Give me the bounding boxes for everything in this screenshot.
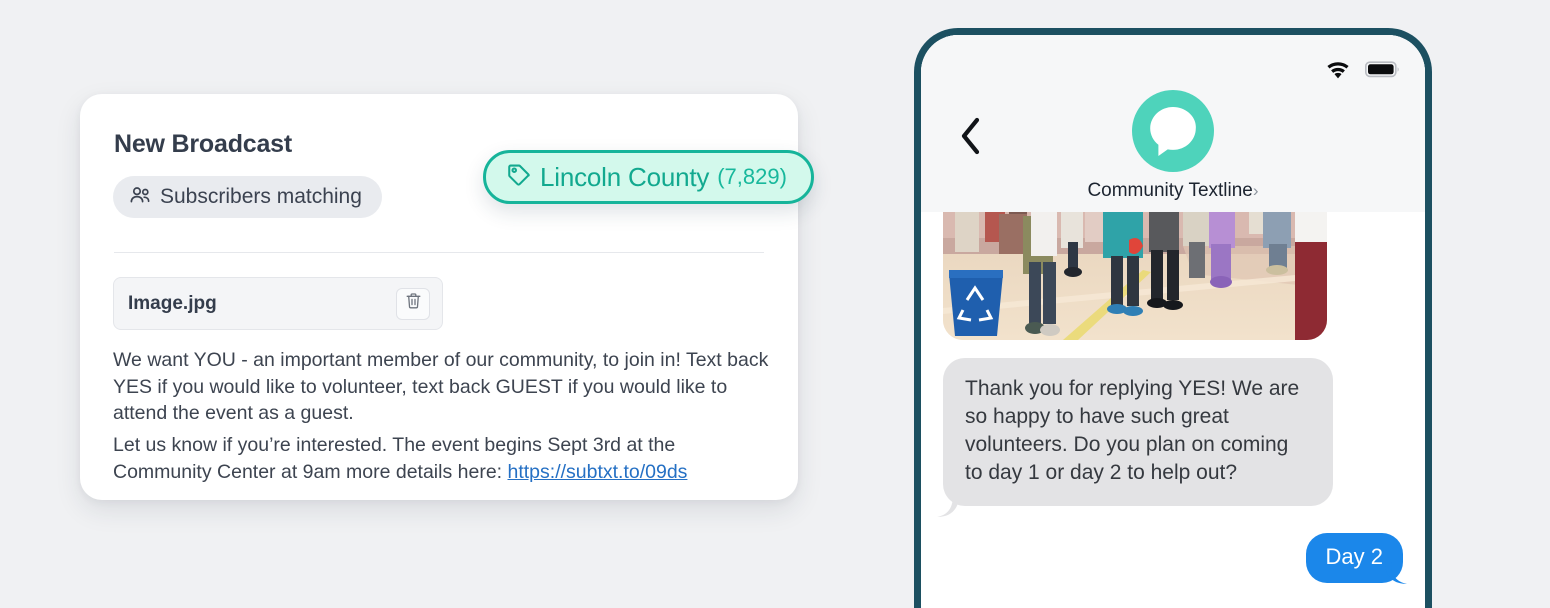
message-text-incoming: Thank you for replying YES! We are so ha…	[965, 377, 1300, 484]
tag-name-label: Lincoln County	[540, 161, 710, 192]
attachment-file-name: Image.jpg	[128, 292, 217, 314]
people-group-icon	[129, 186, 151, 209]
back-button[interactable]	[959, 117, 983, 160]
message-paragraph-2: Let us know if you’re interested. The ev…	[113, 432, 773, 485]
tag-filter-chip-lincoln-county[interactable]: Lincoln County (7,829)	[483, 150, 814, 204]
battery-full-icon	[1365, 60, 1401, 84]
subscribers-matching-label: Subscribers matching	[160, 185, 362, 208]
message-text-outgoing: Day 2	[1325, 544, 1383, 569]
message-bubble-incoming[interactable]: Thank you for replying YES! We are so ha…	[943, 358, 1333, 506]
attachment-row: Image.jpg	[113, 277, 443, 330]
wifi-icon	[1325, 60, 1351, 84]
delete-attachment-button[interactable]	[396, 287, 430, 320]
status-bar	[1325, 60, 1401, 84]
message-link[interactable]: https://subtxt.to/09ds	[508, 461, 688, 483]
trash-icon	[405, 292, 422, 315]
chat-photo-attachment[interactable]	[943, 212, 1327, 340]
community-event-photo	[943, 212, 1327, 340]
bubble-tail-incoming-icon	[937, 495, 959, 517]
page-title: New Broadcast	[114, 130, 293, 158]
tag-count-label: (7,829)	[717, 164, 787, 189]
thread-title[interactable]: Community Textline›	[921, 180, 1425, 202]
bubble-tail-outgoing-icon	[1385, 562, 1409, 586]
tag-icon	[506, 162, 532, 193]
chevron-left-icon	[959, 117, 983, 159]
phone-mockup: Community Textline› Thank you for replyi…	[914, 28, 1432, 608]
thread-title-label: Community Textline	[1087, 180, 1253, 201]
message-paragraph-1: We want YOU - an important member of our…	[113, 349, 769, 424]
divider	[114, 252, 764, 253]
phone-screen: Community Textline› Thank you for replyi…	[921, 35, 1425, 608]
speech-bubble-avatar-icon	[1132, 90, 1214, 176]
avatar[interactable]	[1132, 90, 1214, 172]
chevron-right-icon: ›	[1252, 181, 1259, 200]
subscribers-matching-chip[interactable]: Subscribers matching	[113, 176, 382, 218]
